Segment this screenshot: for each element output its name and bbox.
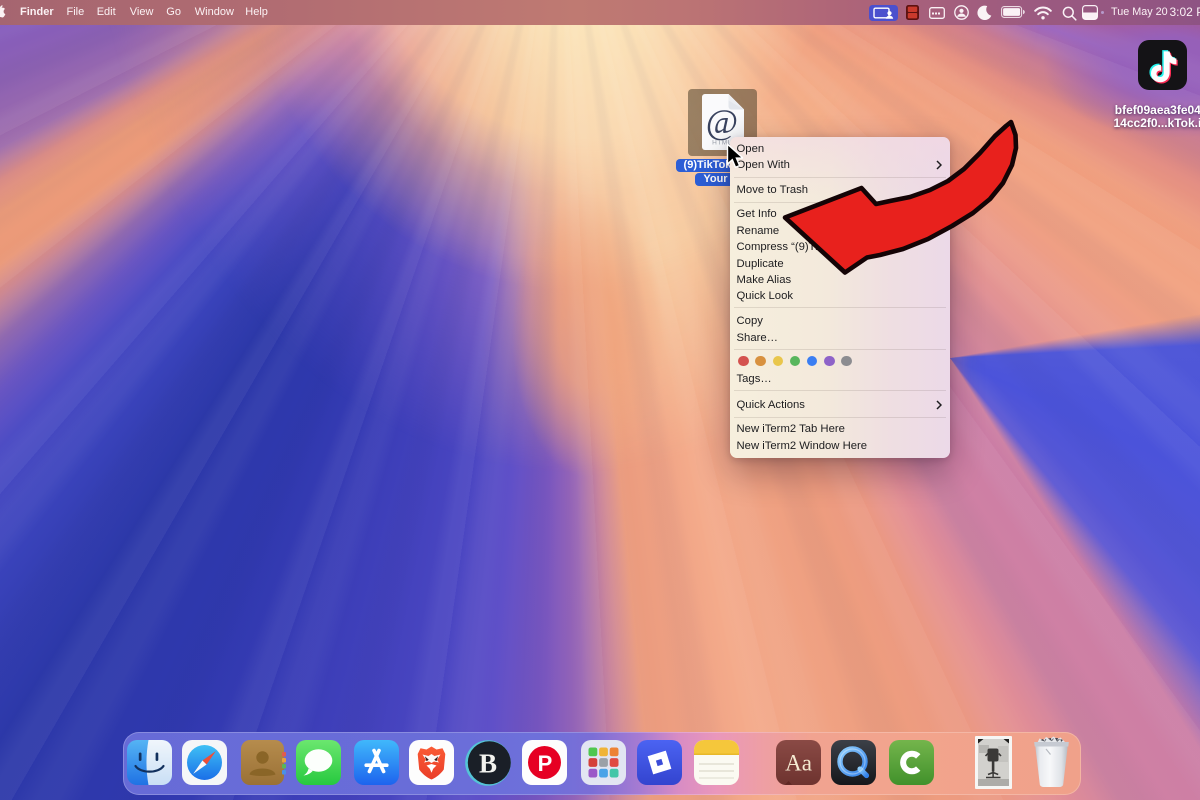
svg-text:B: B [478, 748, 496, 778]
svg-text:Aa: Aa [785, 751, 812, 776]
svg-text:P: P [538, 751, 553, 776]
svg-text:@: @ [706, 103, 738, 142]
